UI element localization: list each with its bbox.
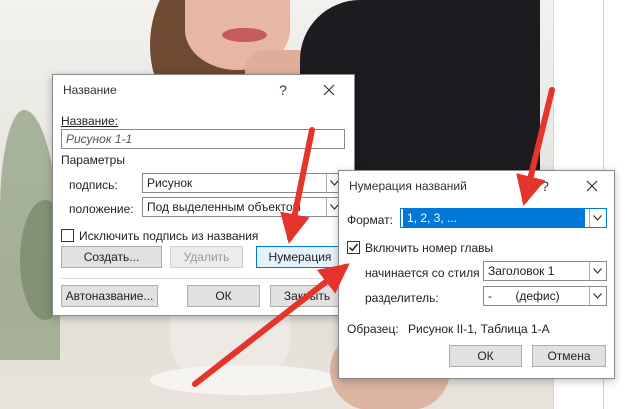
arrow-to-numbering-button: [280, 127, 315, 244]
arrow-to-format-combo: [516, 87, 555, 206]
annotation-arrows: [192, 87, 555, 387]
arrow-to-include-chapter: [192, 263, 350, 387]
